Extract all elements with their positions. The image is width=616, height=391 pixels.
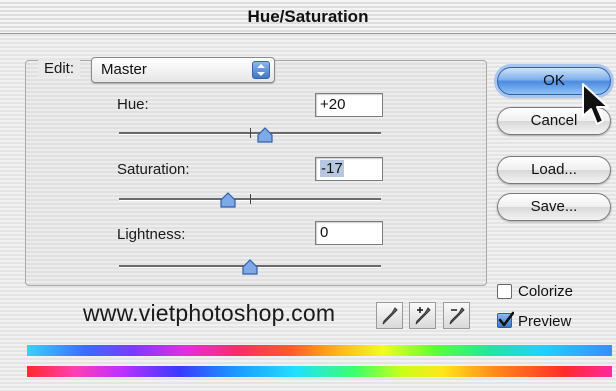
saturation-slider-thumb[interactable] [219,192,237,208]
eyedropper-minus-icon [449,307,465,325]
edit-label: Edit: [38,60,81,77]
eyedropper-plus-button[interactable] [409,302,436,329]
saturation-input[interactable]: -17 [315,157,383,181]
pointer-cursor-icon [579,82,613,128]
hue-value: +20 [320,96,346,113]
output-spectrum-bar [27,366,612,377]
window-title: Hue/Saturation [247,7,369,26]
select-arrows-icon [252,61,270,79]
hue-slider-center-tick [250,128,251,138]
edit-channel-select[interactable]: Master [91,57,275,83]
lightness-label: Lightness: [117,226,186,243]
lightness-value: 0 [320,224,329,241]
title-bar: Hue/Saturation [0,0,616,34]
input-spectrum-bar [27,345,612,356]
hue-input[interactable]: +20 [315,93,383,117]
load-button[interactable]: Load... [497,156,611,184]
eyedropper-plus-icon [415,307,431,325]
watermark-text: www.vietphotoshop.com [83,300,336,326]
hue-label: Hue: [117,96,149,113]
colorize-label: Colorize [518,283,574,300]
saturation-slider-center-tick [250,194,251,204]
colorize-checkbox[interactable] [497,284,512,299]
eyedropper-icon [382,307,398,325]
lightness-input[interactable]: 0 [315,221,383,245]
eyedropper-button[interactable] [376,302,403,329]
preview-checkbox[interactable] [497,311,514,328]
hue-slider-thumb[interactable] [256,127,274,143]
saturation-value: -17 [320,160,344,177]
preview-label: Preview [518,313,572,330]
edit-select-value: Master [101,61,147,78]
adjustment-group [25,60,487,286]
checkmark-icon [498,311,514,327]
save-button[interactable]: Save... [497,193,611,221]
saturation-label: Saturation: [117,161,190,178]
lightness-slider-thumb[interactable] [241,259,259,275]
eyedropper-minus-button[interactable] [443,302,470,329]
